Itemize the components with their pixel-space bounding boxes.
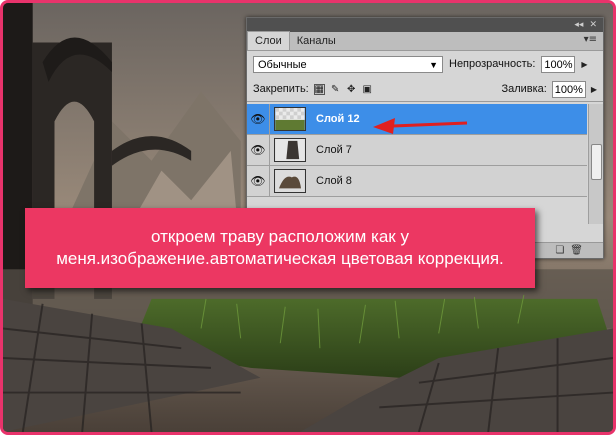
lock-move-icon[interactable]: ✥: [346, 84, 357, 95]
blend-mode-value: Обычные: [258, 58, 307, 71]
panel-menu-icon[interactable]: ▾≡: [584, 34, 597, 45]
opacity-slider-arrow-icon[interactable]: ▶: [581, 60, 587, 69]
screenshot-frame: ◂◂ ✕ Слои Каналы ▾≡ Обычные ▼ Непрозрачн…: [0, 0, 616, 435]
layer-row-sloy-7[interactable]: 👁 Слой 7: [247, 135, 587, 166]
layers-scrollbar[interactable]: [588, 104, 603, 224]
fill-slider-arrow-icon[interactable]: ▶: [591, 85, 597, 94]
chevron-down-icon: ▼: [429, 59, 438, 70]
lock-brush-icon[interactable]: ✎: [330, 84, 341, 95]
tab-layers[interactable]: Слои: [247, 31, 290, 50]
lock-all-icon[interactable]: ▣: [362, 84, 373, 95]
blend-opacity-row: Обычные ▼ Непрозрачность: 100% ▶: [247, 51, 603, 77]
layer-thumbnail: [274, 107, 306, 131]
layer-thumbnail: [274, 138, 306, 162]
visibility-eye-icon[interactable]: 👁: [247, 104, 270, 134]
lock-fill-row: Закрепить: ▦ ✎ ✥ ▣ Заливка: 100% ▶: [247, 77, 603, 102]
lock-label: Закрепить:: [253, 83, 309, 95]
blend-mode-select[interactable]: Обычные ▼: [253, 55, 443, 73]
layer-name: Слой 12: [316, 113, 360, 125]
scrollbar-thumb[interactable]: [591, 144, 602, 180]
new-layer-icon[interactable]: ❏: [555, 245, 564, 256]
fill-input[interactable]: 100%: [551, 80, 586, 98]
trash-icon[interactable]: 🗑: [570, 245, 583, 256]
layer-thumbnail: [274, 169, 306, 193]
visibility-eye-icon[interactable]: 👁: [247, 135, 270, 165]
opacity-label: Непрозрачность:: [449, 58, 536, 70]
lock-transparency-icon[interactable]: ▦: [313, 83, 325, 95]
close-icon[interactable]: ✕: [589, 18, 597, 32]
panel-tabs: Слои Каналы ▾≡: [247, 31, 603, 51]
layer-name: Слой 7: [316, 144, 352, 156]
collapse-icon[interactable]: ◂◂: [574, 18, 583, 32]
annotation-arrow-icon: [373, 118, 468, 134]
opacity-input[interactable]: 100%: [541, 55, 576, 73]
layer-row-sloy-8[interactable]: 👁 Слой 8: [247, 166, 587, 197]
panel-title-bar: ◂◂ ✕: [247, 18, 603, 32]
layer-name: Слой 8: [316, 175, 352, 187]
instruction-caption: откроем траву расположим как у меня.изоб…: [25, 208, 535, 288]
tab-channels[interactable]: Каналы: [290, 32, 343, 50]
fill-label: Заливка:: [501, 83, 547, 95]
caption-text: откроем траву расположим как у меня.изоб…: [56, 227, 504, 268]
visibility-eye-icon[interactable]: 👁: [247, 166, 270, 196]
